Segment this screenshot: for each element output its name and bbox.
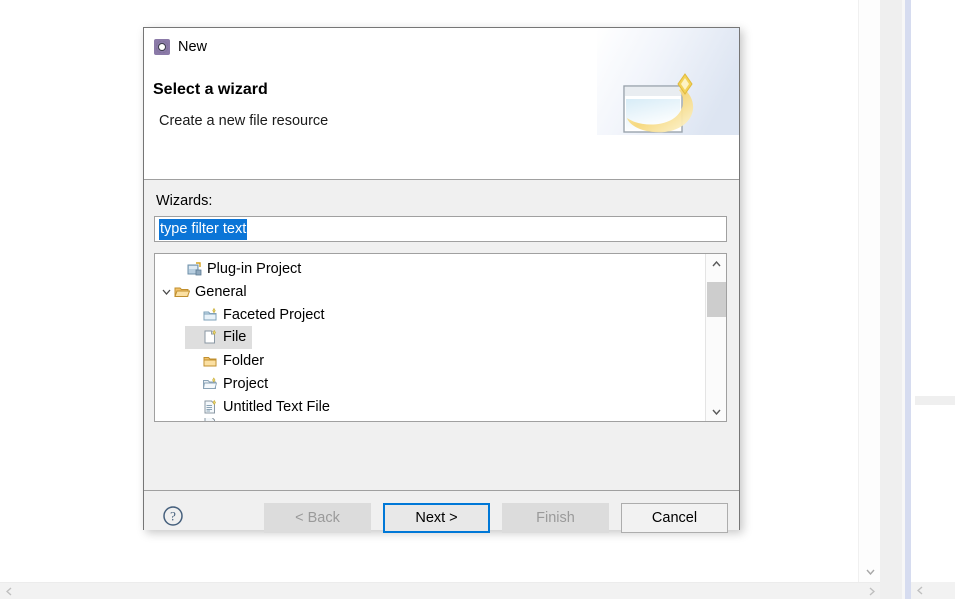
chevron-left-icon[interactable] <box>911 582 928 599</box>
filter-input[interactable]: type filter text <box>154 216 727 242</box>
background-vertical-scrollbar[interactable] <box>858 0 881 582</box>
window-title: New <box>178 39 207 55</box>
partial-item-icon <box>201 418 219 422</box>
folder-open-icon <box>173 284 191 300</box>
chevron-down-icon[interactable] <box>706 402 726 421</box>
background-horizontal-scrollbar[interactable] <box>0 582 880 599</box>
dialog-button-row: < Back Next > Finish Cancel <box>264 503 728 533</box>
faceted-project-icon <box>201 307 219 323</box>
new-wizard-dialog: New <box>143 27 740 530</box>
chevron-right-icon[interactable] <box>863 583 880 599</box>
project-icon <box>201 376 219 392</box>
tree-item-label: File <box>223 328 246 346</box>
wizards-label: Wizards: <box>156 193 212 209</box>
svg-text:?: ? <box>170 509 176 524</box>
dialog-footer: ? < Back Next > Finish Cancel <box>144 490 739 530</box>
tree-vertical-scrollbar[interactable] <box>705 254 726 421</box>
tree-item-plug-in-project[interactable]: Plug-in Project <box>155 257 707 280</box>
finish-button[interactable]: Finish <box>502 503 609 533</box>
folder-icon <box>201 353 219 369</box>
tree-item-faceted-project[interactable]: Faceted Project <box>155 303 707 326</box>
file-icon <box>201 329 219 345</box>
filter-input-value[interactable]: type filter text <box>159 219 247 240</box>
eclipse-gear-icon <box>154 39 170 55</box>
page-subtitle: Create a new file resource <box>159 113 328 129</box>
text-file-icon <box>201 399 219 415</box>
cancel-button[interactable]: Cancel <box>621 503 728 533</box>
titlebar-left: New <box>144 28 207 55</box>
screen: New <box>0 0 955 599</box>
dialog-header: Select a wizard Create a new file resour… <box>144 73 739 180</box>
new-file-wizard-banner <box>597 28 739 135</box>
tree-item-label: Faceted Project <box>223 306 325 324</box>
scrollbar-thumb[interactable] <box>707 282 726 317</box>
chevron-down-icon[interactable] <box>859 562 881 582</box>
tree-item-label: Project <box>223 375 268 393</box>
wizard-tree-items: Plug-in Project General <box>155 254 707 421</box>
tree-item-file[interactable]: File <box>155 326 707 349</box>
tree-item-general[interactable]: General <box>155 280 707 303</box>
wizard-tree[interactable]: Plug-in Project General <box>154 253 727 422</box>
tree-item-selection: File <box>185 326 252 349</box>
tree-item-folder[interactable]: Folder <box>155 349 707 372</box>
chevron-up-icon[interactable] <box>706 254 726 273</box>
dialog-body: Wizards: type filter text <box>144 180 739 490</box>
chevron-left-icon[interactable] <box>0 583 17 599</box>
tree-item-label: General <box>195 283 247 301</box>
page-title: Select a wizard <box>153 81 268 99</box>
right-pane-strip <box>915 396 955 405</box>
right-pane-horizontal-scrollbar[interactable] <box>911 582 955 599</box>
next-button[interactable]: Next > <box>383 503 490 533</box>
tree-item-partial[interactable] <box>155 418 707 422</box>
tree-item-label: Untitled Text File <box>223 398 330 416</box>
tree-item-label: Folder <box>223 352 264 370</box>
tree-item-label: Plug-in Project <box>207 260 301 278</box>
tree-item-untitled-text-file[interactable]: Untitled Text File <box>155 395 707 418</box>
back-button[interactable]: < Back <box>264 503 371 533</box>
chevron-down-icon[interactable] <box>159 289 173 295</box>
background-gutter <box>880 0 902 599</box>
help-question-icon[interactable]: ? <box>162 505 184 527</box>
tree-item-project[interactable]: Project <box>155 372 707 395</box>
plugin-project-icon <box>185 261 203 277</box>
background-right-pane <box>911 0 955 599</box>
